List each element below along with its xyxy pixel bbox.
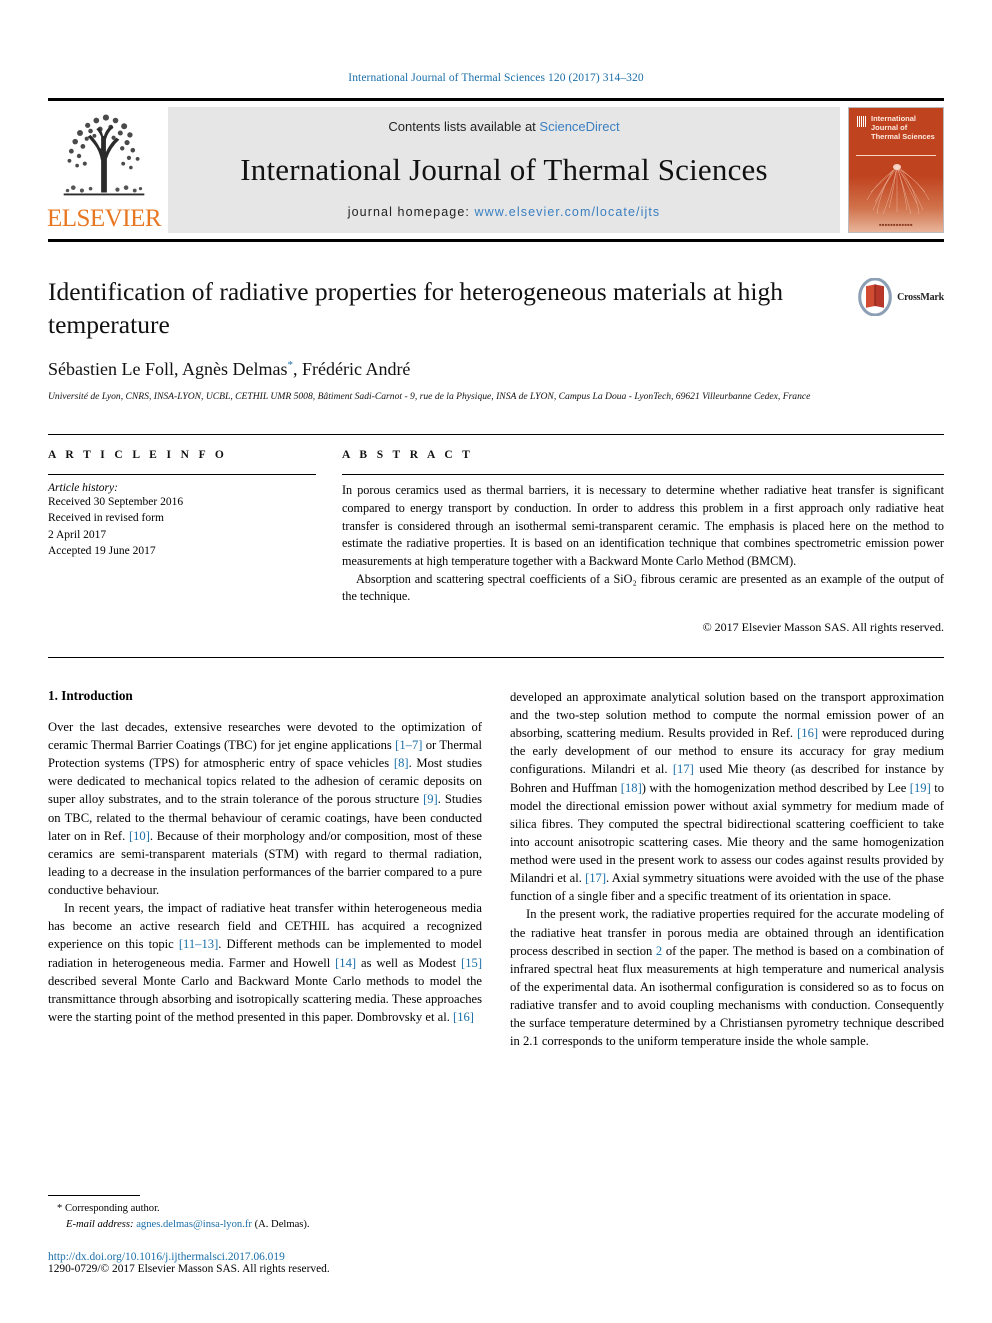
- issn-copyright-line: 1290-0729/© 2017 Elsevier Masson SAS. Al…: [48, 1263, 330, 1275]
- author-names-tail: , Frédéric André: [292, 359, 411, 380]
- intro-paragraph-3: developed an approximate analytical solu…: [510, 689, 945, 904]
- intro-paragraph-4: In the present work, the radiative prope…: [510, 907, 944, 1049]
- body-columns: 1. Introduction Over the last decades, e…: [48, 688, 944, 1051]
- abstract-bottom-divider: [48, 656, 944, 658]
- author-affiliation: Université de Lyon, CNRS, INSA-LYON, UCB…: [48, 391, 811, 403]
- abstract-rule: [342, 474, 944, 476]
- abstract-paragraph-2: Absorption and scattering spectral coeff…: [342, 571, 944, 604]
- cover-publisher-mark-icon: [856, 116, 867, 127]
- elsevier-tree-icon: [63, 114, 145, 196]
- author-names: Sébastien Le Foll, Agnès Delmas: [48, 359, 288, 380]
- email-suffix: (A. Delmas).: [254, 1219, 310, 1231]
- article-info-rule: [48, 474, 316, 476]
- article-history-label: Article history:: [48, 482, 118, 495]
- elsevier-logo: ELSEVIER: [46, 107, 162, 233]
- corresponding-author-note: * Corresponding author.: [48, 1201, 473, 1217]
- journal-homepage-link[interactable]: www.elsevier.com/locate/ijts: [475, 205, 661, 219]
- journal-cover-thumbnail: International Journal of Thermal Science…: [848, 107, 944, 233]
- doi-link[interactable]: http://dx.doi.org/10.1016/j.ijthermalsci…: [48, 1251, 473, 1263]
- footnote-zone: * Corresponding author. E-mail address: …: [48, 1195, 473, 1275]
- abstract-copyright: © 2017 Elsevier Masson SAS. All rights r…: [702, 619, 944, 634]
- journal-title: International Journal of Thermal Science…: [240, 151, 768, 187]
- crossmark-icon: [858, 278, 892, 316]
- body-column-left: 1. Introduction Over the last decades, e…: [48, 688, 482, 1051]
- abstract-column: A B S T R A C T In porous ceramics used …: [342, 449, 944, 635]
- elsevier-wordmark: ELSEVIER: [46, 205, 162, 232]
- footnote-rule: [48, 1195, 140, 1197]
- page-title: Identification of radiative properties f…: [48, 277, 783, 339]
- footnote-marker: *: [57, 1203, 63, 1215]
- paper-page: International Journal of Thermal Science…: [0, 0, 992, 1323]
- email-label: E-mail address:: [66, 1219, 134, 1231]
- abstract-paragraph-1: In porous ceramics used as thermal barri…: [342, 483, 944, 568]
- title-block: Identification of radiative properties f…: [48, 276, 944, 404]
- homepage-label: journal homepage:: [347, 205, 475, 219]
- contents-line: Contents lists available at ScienceDirec…: [388, 119, 619, 134]
- article-history-revised: Received in revised form: [48, 512, 164, 525]
- running-head: International Journal of Thermal Science…: [348, 72, 644, 84]
- abstract-body: In porous ceramics used as thermal barri…: [342, 482, 944, 606]
- info-abstract-section: A R T I C L E I N F O Article history: R…: [48, 434, 944, 635]
- article-history-received: Received 30 September 2016: [48, 496, 184, 509]
- cover-header: International Journal of Thermal Science…: [856, 114, 938, 142]
- body-column-right: developed an approximate analytical solu…: [510, 688, 944, 1051]
- abstract-heading: A B S T R A C T: [342, 449, 474, 462]
- journal-homepage-line: journal homepage: www.elsevier.com/locat…: [348, 205, 661, 219]
- crossmark-badge-group[interactable]: CrossMark: [857, 278, 944, 316]
- journal-masthead: ELSEVIER Contents lists available at Sci…: [46, 98, 944, 242]
- cover-footer-text: ■■■■■■■■■■■■: [879, 222, 913, 227]
- journal-band: Contents lists available at ScienceDirec…: [168, 107, 840, 233]
- sciencedirect-link[interactable]: ScienceDirect: [539, 119, 619, 134]
- section-heading-introduction: 1. Introduction: [48, 687, 133, 703]
- email-link[interactable]: agnes.delmas@insa-lyon.fr: [136, 1219, 252, 1230]
- article-history-revised-date: 2 April 2017: [48, 528, 107, 541]
- author-list: Sébastien Le Foll, Agnès Delmas*, Frédér…: [48, 359, 944, 380]
- article-info-heading: A R T I C L E I N F O: [48, 449, 228, 462]
- email-note: E-mail address: agnes.delmas@insa-lyon.f…: [48, 1217, 473, 1233]
- intro-paragraph-1: Over the last decades, extensive researc…: [48, 719, 482, 898]
- crossmark-label: CrossMark: [897, 291, 944, 303]
- intro-paragraph-2: In recent years, the impact of radiative…: [48, 901, 483, 1024]
- cover-fibre-image: [866, 164, 930, 215]
- cover-title-text: International Journal of Thermal Science…: [871, 114, 935, 141]
- article-info-column: A R T I C L E I N F O Article history: R…: [48, 449, 316, 635]
- article-history-accepted: Accepted 19 June 2017: [48, 545, 156, 558]
- cover-rule: [856, 155, 936, 156]
- contents-prefix: Contents lists available at: [388, 119, 540, 134]
- corresponding-author-label: Corresponding author.: [64, 1203, 160, 1215]
